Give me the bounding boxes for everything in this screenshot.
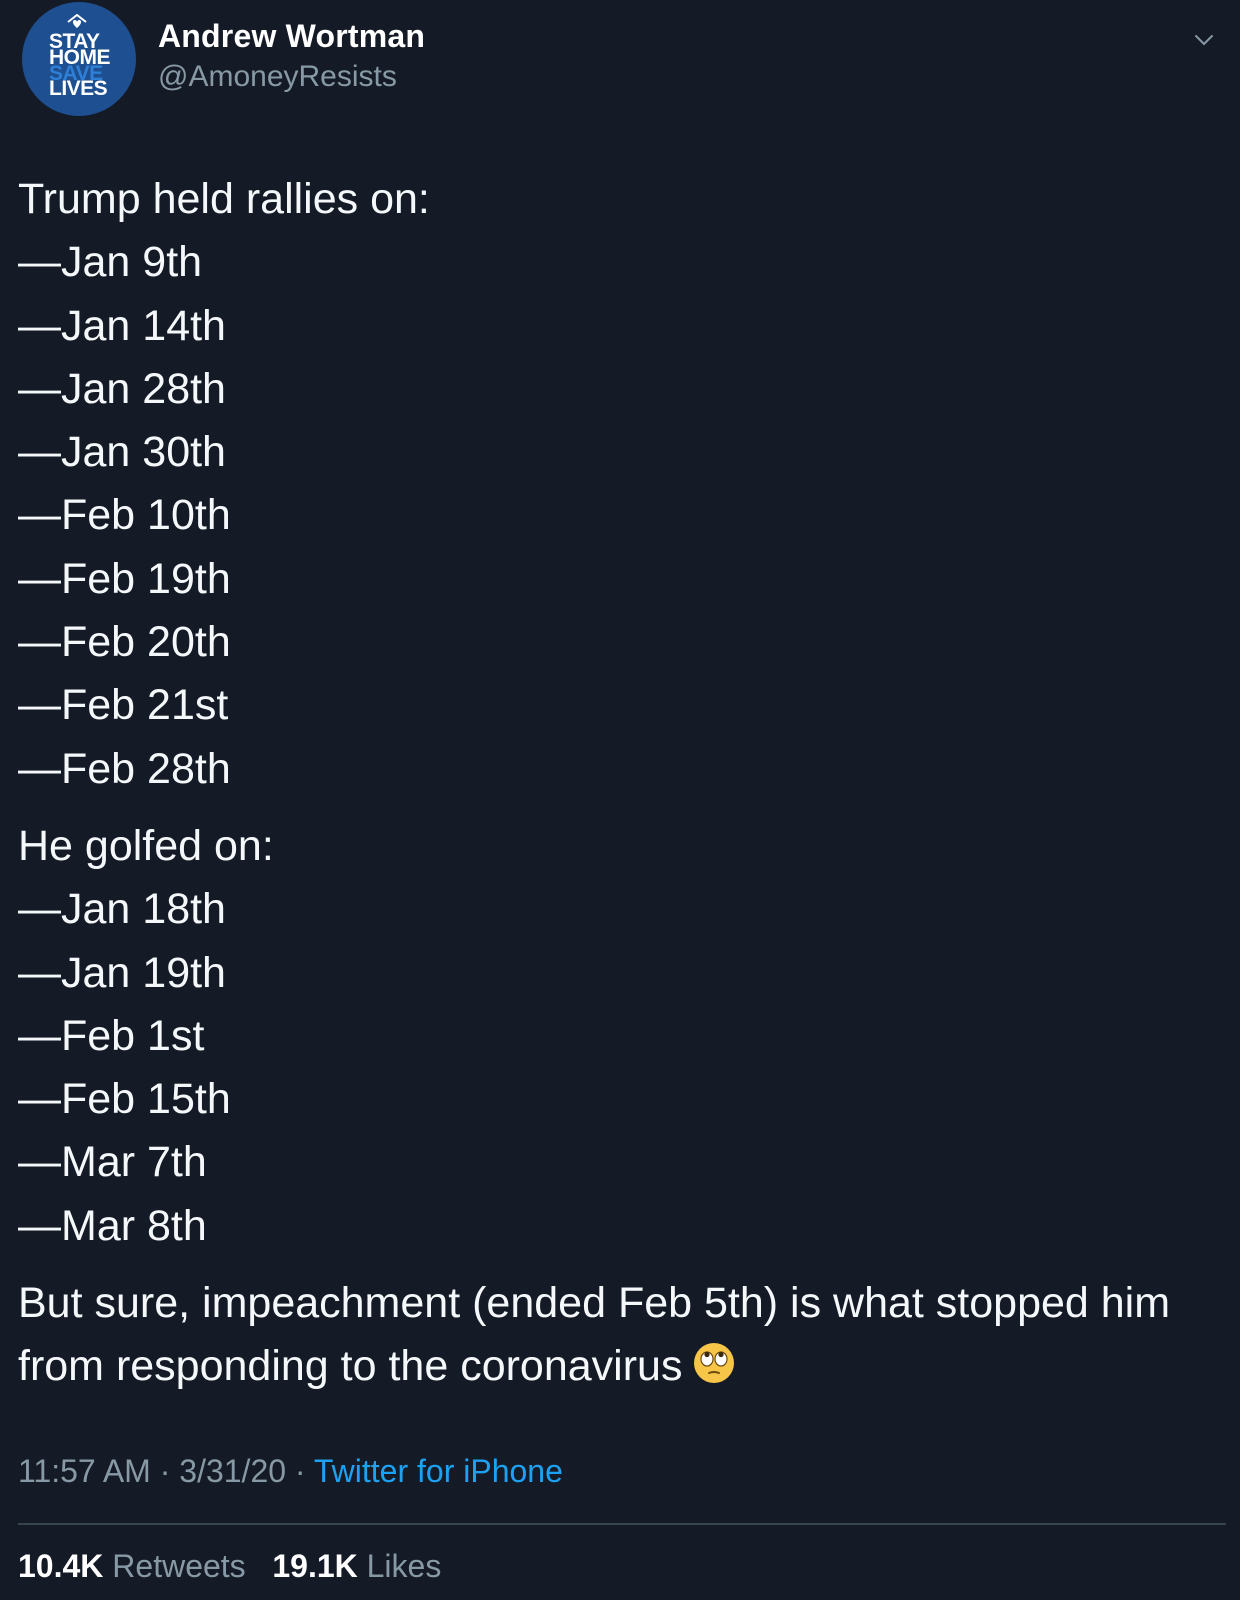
- face-with-rolling-eyes-icon: [694, 1342, 735, 1383]
- golf-heading: He golfed on:: [18, 821, 274, 870]
- tweet-header: STAY HOME SAVE LIVES Andrew Wortman @Amo…: [0, 0, 1240, 120]
- rally-date-item: —Jan 14th: [18, 301, 226, 350]
- display-name[interactable]: Andrew Wortman: [158, 18, 425, 55]
- rally-date-item: —Jan 30th: [18, 428, 226, 477]
- golf-date-item: —Feb 15th: [18, 1075, 231, 1124]
- rally-date-item: —Feb 20th: [18, 618, 231, 667]
- rally-date-item: —Feb 21st: [18, 681, 229, 730]
- tweet-time[interactable]: 11:57 AM: [18, 1453, 151, 1489]
- rally-date-item: —Feb 28th: [18, 744, 231, 793]
- golf-date-item: —Mar 7th: [18, 1138, 207, 1187]
- rally-date-item: —Jan 9th: [18, 238, 203, 287]
- meta-separator: ·: [159, 1453, 171, 1489]
- retweets-label: Retweets: [112, 1548, 246, 1584]
- golf-list: —Jan 18th —Jan 19th —Feb 1st —Feb 15th —Mar …: [18, 878, 1218, 1258]
- chevron-down-icon[interactable]: [1192, 28, 1216, 52]
- rally-date-item: —Jan 28th: [18, 364, 226, 413]
- avatar-text-lives: LIVES: [49, 77, 108, 100]
- closing-paragraph: But sure, impeachment (ended Feb 5th) is…: [18, 1272, 1213, 1398]
- retweets-stat[interactable]: 10.4K Retweets: [18, 1548, 246, 1584]
- divider: [18, 1523, 1226, 1525]
- rally-date-item: —Feb 10th: [18, 491, 231, 540]
- likes-stat[interactable]: 19.1K Likes: [272, 1548, 441, 1584]
- golf-date-item: —Jan 18th: [18, 885, 226, 934]
- meta-separator: ·: [294, 1453, 306, 1489]
- house-heart-icon: [67, 14, 87, 28]
- tweet-meta: 11:57 AM · 3/31/20 · Twitter for iPhone: [18, 1453, 563, 1490]
- likes-label: Likes: [366, 1548, 442, 1584]
- golf-date-item: —Jan 19th: [18, 948, 226, 997]
- tweet-text: Trump held rallies on: —Jan 9th —Jan 14th…: [18, 168, 1218, 1398]
- rally-date-item: —Feb 19th: [18, 554, 231, 603]
- tweet-date[interactable]: 3/31/20: [179, 1453, 286, 1489]
- likes-count: 19.1K: [272, 1548, 358, 1584]
- golf-date-item: —Feb 1st: [18, 1011, 205, 1060]
- rallies-heading: Trump held rallies on:: [18, 175, 430, 223]
- tweet-stats: 10.4K Retweets 19.1K Likes: [18, 1548, 441, 1585]
- closing-text: But sure, impeachment (ended Feb 5th) is…: [18, 1279, 1171, 1391]
- rallies-list: —Jan 9th —Jan 14th —Jan 28th —Jan 30th —Feb …: [18, 231, 1218, 801]
- avatar[interactable]: STAY HOME SAVE LIVES: [22, 2, 136, 116]
- user-handle[interactable]: @AmoneyResists: [158, 60, 397, 94]
- golf-date-item: —Mar 8th: [18, 1201, 207, 1250]
- tweet-source-link[interactable]: Twitter for iPhone: [314, 1453, 563, 1489]
- retweets-count: 10.4K: [18, 1548, 104, 1584]
